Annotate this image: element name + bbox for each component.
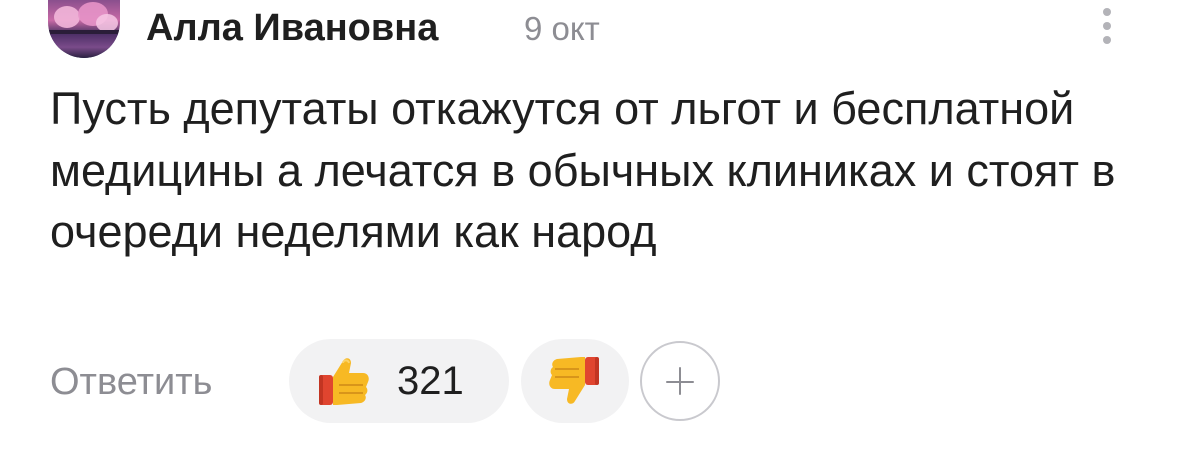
avatar[interactable]: [48, 0, 120, 58]
thumbs-up-icon: [319, 358, 369, 405]
avatar-tree-blossom: [54, 6, 80, 28]
like-button[interactable]: 321: [289, 339, 509, 423]
more-options-icon[interactable]: [1096, 8, 1118, 48]
add-reaction-button[interactable]: [640, 341, 720, 421]
reply-button[interactable]: Ответить: [50, 358, 212, 406]
thumbs-down-icon: [549, 357, 599, 404]
comment-text: Пусть депутаты откажутся от льгот и бесп…: [50, 83, 1116, 257]
avatar-water: [48, 34, 120, 58]
author-name[interactable]: Алла Ивановна: [146, 6, 438, 50]
like-count: 321: [397, 359, 464, 403]
more-dot: [1103, 22, 1111, 30]
comment-date: 9 окт: [524, 10, 600, 47]
more-dot: [1103, 36, 1111, 44]
dislike-button[interactable]: [521, 339, 629, 423]
more-dot: [1103, 8, 1111, 16]
